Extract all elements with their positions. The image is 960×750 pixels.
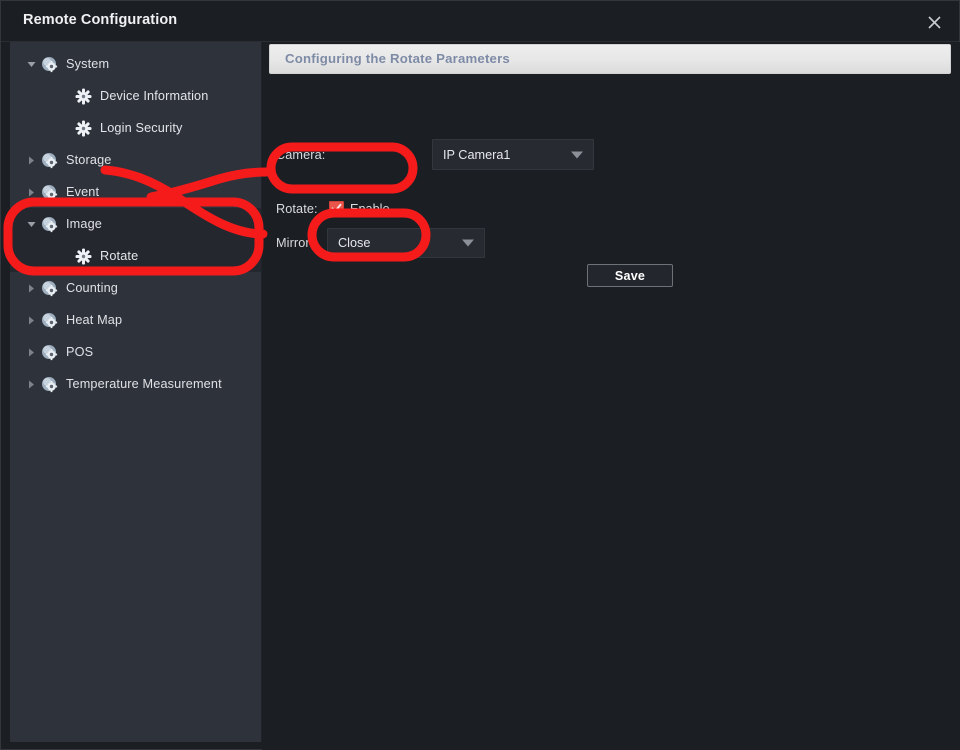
gear-icon [75,88,92,105]
gear-sphere-icon [41,312,58,329]
sidebar-item-label: Heat Map [66,313,123,327]
sidebar-item-heat-map[interactable]: Heat Map [10,304,261,336]
chevron-right-icon[interactable] [24,153,38,167]
gear-sphere-icon [41,344,58,361]
camera-label: Camera: [276,148,326,162]
sidebar-item-label: System [66,57,110,71]
sidebar-item-event[interactable]: Event [10,176,261,208]
sidebar-item-label: Storage [66,153,112,167]
sidebar-item-login-security[interactable]: Login Security [10,112,261,144]
main-content-panel: Configuring the Rotate Parameters Camera… [262,42,960,750]
sidebar-item-label: Counting [66,281,118,295]
mirror-label: Mirror: [276,236,314,250]
sidebar-item-storage[interactable]: Storage [10,144,261,176]
sidebar-item-label: Temperature Measurement [66,377,222,391]
sidebar-item-label: Image [66,217,103,231]
chevron-down-icon [462,239,474,247]
sidebar-item-pos[interactable]: POS [10,336,261,368]
sidebar-tree-panel: System Device Information Login Security St… [10,42,262,742]
check-icon [331,203,342,213]
camera-select-value: IP Camera1 [443,147,511,162]
sidebar-item-image[interactable]: Image [10,208,261,240]
sidebar-item-label: Login Security [100,121,183,135]
gear-icon [75,120,92,137]
sidebar-item-label: Device Information [100,89,209,103]
sidebar-item-device-information[interactable]: Device Information [10,80,261,112]
gear-sphere-icon [41,152,58,169]
rotate-enable-label: Enable [350,202,390,216]
rotate-label: Rotate: [276,202,318,216]
gear-sphere-icon [41,56,58,73]
config-tree: System Device Information Login Security St… [10,42,261,400]
sidebar-item-system[interactable]: System [10,48,261,80]
mirror-select-value: Close [338,236,371,250]
gear-icon [75,248,92,265]
camera-select[interactable]: IP Camera1 [432,139,594,170]
chevron-right-icon[interactable] [24,185,38,199]
chevron-right-icon[interactable] [24,281,38,295]
gear-sphere-icon [41,376,58,393]
chevron-right-icon[interactable] [24,345,38,359]
chevron-down-icon[interactable] [24,217,38,231]
rotate-enable-checkbox[interactable] [329,201,344,216]
sidebar-item-rotate[interactable]: Rotate [10,240,261,272]
remote-configuration-window: Remote Configuration System Device Inform… [0,0,960,750]
gear-sphere-icon [41,280,58,297]
window-titlebar: Remote Configuration [1,1,959,42]
sidebar-item-label: Rotate [100,249,139,263]
gear-sphere-icon [41,216,58,233]
save-button[interactable]: Save [587,264,673,287]
window-title: Remote Configuration [23,12,178,28]
sidebar-item-label: Event [66,185,100,199]
mirror-select[interactable]: Close [327,228,485,258]
gear-sphere-icon [41,184,58,201]
chevron-down-icon [571,151,583,158]
chevron-down-icon[interactable] [24,57,38,71]
sidebar-item-counting[interactable]: Counting [10,272,261,304]
section-banner: Configuring the Rotate Parameters [269,44,951,74]
chevron-right-icon[interactable] [24,377,38,391]
page-title: Configuring the Rotate Parameters [285,51,510,66]
close-icon[interactable] [921,9,947,35]
sidebar-item-label: POS [66,345,94,359]
sidebar-item-temperature-measurement[interactable]: Temperature Measurement [10,368,261,400]
chevron-right-icon[interactable] [24,313,38,327]
